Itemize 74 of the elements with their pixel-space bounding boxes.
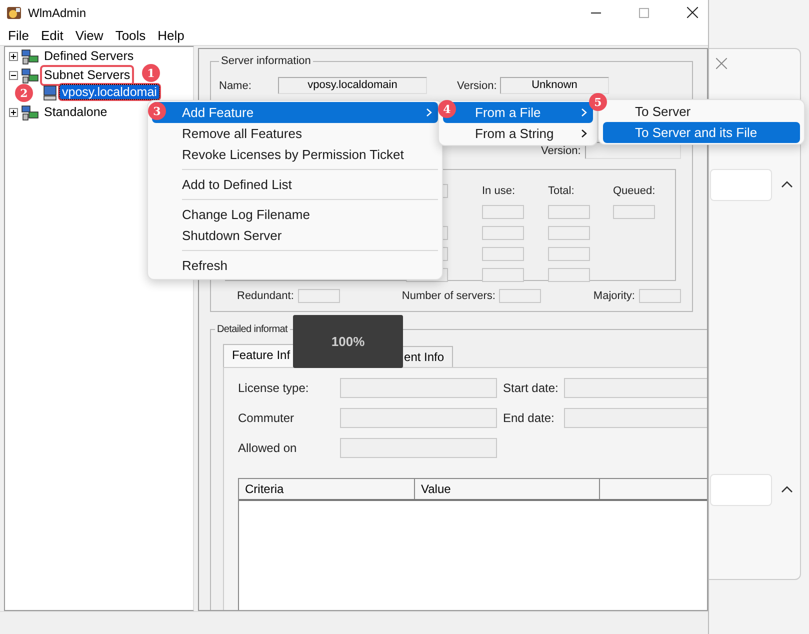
tree-item[interactable]: vposy.localdomai xyxy=(60,85,159,99)
column-header: In use: xyxy=(482,184,516,196)
app-icon xyxy=(6,4,22,20)
field-label: Redundant: xyxy=(237,290,294,302)
group-title: Server information xyxy=(220,55,312,67)
text-field[interactable] xyxy=(564,378,707,398)
card-background xyxy=(710,169,772,201)
count-field[interactable] xyxy=(548,268,590,282)
count-field[interactable] xyxy=(499,289,542,303)
field-label: Majority: xyxy=(593,290,635,302)
column-header[interactable] xyxy=(600,479,707,499)
count-field[interactable] xyxy=(482,246,524,260)
menu-item[interactable]: From a String xyxy=(443,123,593,144)
menu-item[interactable]: Change Log Filename xyxy=(152,204,438,225)
servers-icon xyxy=(21,48,39,64)
caret-icon[interactable] xyxy=(781,180,793,188)
count-field[interactable] xyxy=(482,226,524,240)
menu-item[interactable]: Tools xyxy=(110,28,151,42)
count-field[interactable] xyxy=(298,289,340,303)
menu-item[interactable]: File xyxy=(3,28,34,42)
count-field[interactable] xyxy=(548,204,590,218)
count-field[interactable] xyxy=(482,204,524,218)
column-header: Total: xyxy=(548,184,576,196)
expander-icon[interactable] xyxy=(9,52,18,61)
computer-icon xyxy=(43,85,57,101)
column-header: Queued: xyxy=(613,184,655,196)
servers-icon xyxy=(21,68,39,84)
text-field[interactable] xyxy=(340,408,497,428)
chevron-icon xyxy=(581,108,587,117)
menu-item[interactable]: To Server and its File xyxy=(603,122,800,143)
count-field[interactable] xyxy=(482,268,524,282)
menu-item[interactable]: Add to Defined List xyxy=(152,174,438,195)
text-field[interactable] xyxy=(340,378,497,398)
menu-item[interactable]: Shutdown Server xyxy=(152,225,438,246)
field-label: Number of servers: xyxy=(402,290,496,302)
window-title: WlmAdmin xyxy=(28,6,86,20)
chevron-icon xyxy=(581,129,587,138)
text-field[interactable] xyxy=(340,438,497,458)
field-label: Commuter xyxy=(238,411,296,425)
menu-item[interactable]: Edit xyxy=(36,28,68,42)
field-label: End date: xyxy=(502,411,556,425)
chevron-icon xyxy=(426,108,432,117)
progress-toast: 100% xyxy=(293,315,403,368)
field-label: Version: xyxy=(457,80,498,92)
tree-item[interactable]: Standalone xyxy=(42,104,110,121)
card-background xyxy=(710,474,772,506)
maximize-icon[interactable] xyxy=(639,8,649,18)
menu-item[interactable]: Remove all Features xyxy=(152,123,438,144)
caret-icon[interactable] xyxy=(781,485,793,493)
field-label: Name: xyxy=(219,80,252,92)
count-field[interactable] xyxy=(638,289,681,303)
version-field[interactable]: Unknown xyxy=(500,77,609,94)
servers-icon xyxy=(21,104,39,120)
tree-item[interactable]: Defined Servers xyxy=(42,48,136,65)
field-label: Version: xyxy=(541,144,582,156)
name-field[interactable]: vposy.localdomain xyxy=(278,77,427,94)
column-header[interactable]: Criteria xyxy=(239,479,415,499)
count-field[interactable] xyxy=(613,204,655,218)
count-field[interactable] xyxy=(548,246,590,260)
field-label: License type: xyxy=(238,381,310,395)
menu-item[interactable]: View xyxy=(70,28,108,42)
menu-item[interactable]: Refresh xyxy=(152,255,438,276)
column-header[interactable]: Value xyxy=(415,479,600,499)
count-field[interactable] xyxy=(548,226,590,240)
close-icon[interactable] xyxy=(687,7,698,18)
tree-item[interactable]: Subnet Servers xyxy=(42,67,132,84)
expander-icon[interactable] xyxy=(9,108,18,117)
group-title: Detailed informat xyxy=(216,324,289,335)
field-label: Start date: xyxy=(502,381,560,395)
text-field[interactable] xyxy=(564,408,707,428)
field-label: Allowed on xyxy=(238,441,298,455)
menu-item[interactable]: Revoke Licenses by Permission Ticket xyxy=(152,144,438,165)
expander-icon[interactable] xyxy=(9,71,18,80)
menu-item[interactable]: Help xyxy=(152,28,190,42)
